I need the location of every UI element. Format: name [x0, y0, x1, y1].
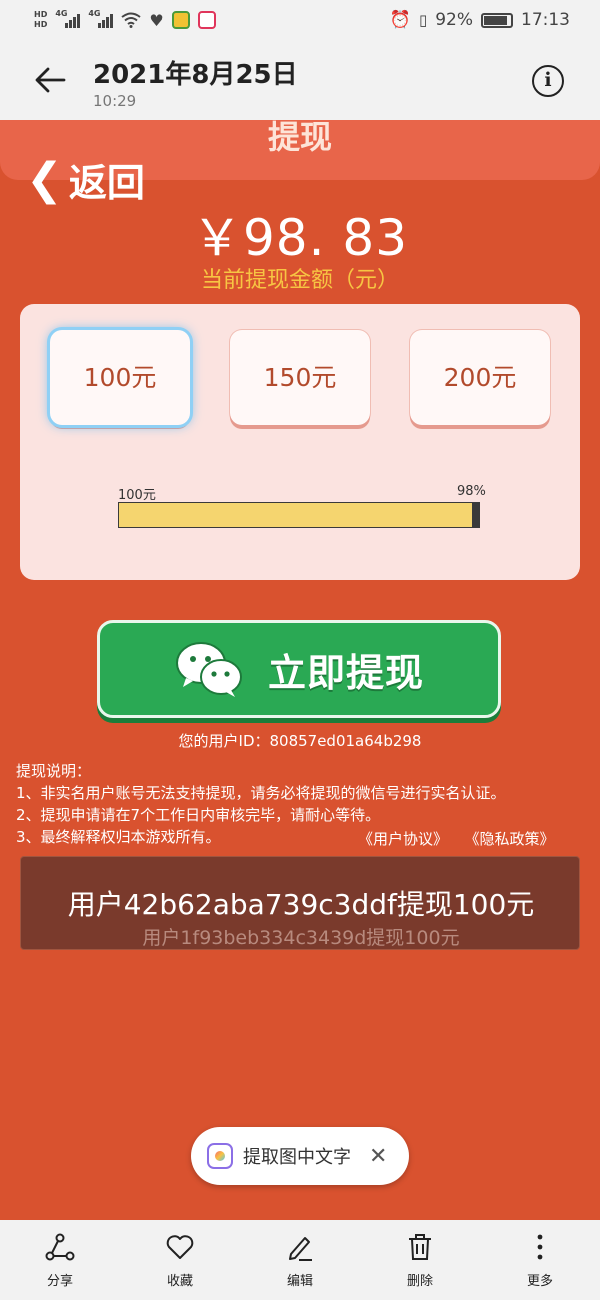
- battery-percent: 92%: [435, 10, 473, 30]
- option-150-button[interactable]: 150元: [230, 330, 370, 425]
- clock: 17:13: [521, 10, 570, 30]
- extract-text-label: 提取图中文字: [243, 1147, 351, 1168]
- withdraw-now-button[interactable]: 立即提现: [97, 620, 501, 718]
- ticker-line-2: 用户1f93beb334c3439d提现100元: [142, 927, 460, 949]
- photo-time: 10:29: [93, 92, 137, 110]
- share-icon: [45, 1233, 75, 1260]
- withdraw-ticker: 用户42b62aba739c3ddf提现100元 用户1f93beb334c34…: [20, 856, 580, 950]
- more-icon: [537, 1234, 543, 1259]
- edit-icon: [289, 1236, 312, 1261]
- amount-options-panel: 100元 150元 200元 100元 98%: [20, 304, 580, 580]
- share-button[interactable]: 分享: [15, 1232, 105, 1289]
- hd-label-2: HD: [34, 20, 48, 29]
- app-notification-icon-2: [197, 11, 216, 29]
- network-label-1: 4G: [55, 9, 68, 18]
- app-notification-icon: [171, 11, 190, 29]
- heart-icon: [166, 1234, 194, 1259]
- close-icon[interactable]: ✕: [369, 1144, 387, 1169]
- wifi-icon: [121, 12, 141, 28]
- progress-bar: [118, 502, 480, 528]
- status-left: HD HD 4G 4G ♥: [34, 9, 216, 30]
- ticker-line-1: 用户42b62aba739c3ddf提现100元: [67, 888, 535, 921]
- extract-text-pill[interactable]: 提取图中文字 ✕: [191, 1127, 409, 1185]
- status-bar: HD HD 4G 4G ♥ ⏰ ▯ 92% 17:13: [0, 0, 600, 40]
- progress-target-label: 100元: [118, 488, 156, 503]
- withdraw-amount: ￥98. 83: [191, 209, 409, 267]
- health-icon: ♥: [149, 10, 164, 30]
- hd-indicator: HD HD: [34, 10, 47, 30]
- favorite-label: 收藏: [166, 1273, 193, 1289]
- battery-icon: [481, 12, 513, 28]
- withdraw-amount-label: 当前提现金额（元）: [200, 268, 399, 293]
- alarm-icon: ⏰: [389, 10, 411, 30]
- info-icon[interactable]: i: [532, 65, 564, 97]
- text-recognition-icon: [207, 1143, 233, 1169]
- option-100-button[interactable]: 100元: [50, 330, 190, 425]
- viewer-header: 2021年8月25日 10:29 i: [0, 40, 600, 120]
- notes-links: 《用户协议》 《隐私政策》: [358, 828, 579, 849]
- edit-button[interactable]: 编辑: [255, 1232, 345, 1289]
- user-id: 您的用户ID：80857ed01a64b298: [178, 732, 422, 750]
- edit-label: 编辑: [286, 1273, 313, 1289]
- delete-button[interactable]: 删除: [375, 1232, 465, 1289]
- signal-icon-1: 4G: [55, 9, 81, 28]
- vibrate-icon: ▯: [418, 11, 428, 29]
- progress-percent-label: 98%: [457, 484, 486, 499]
- more-button[interactable]: 更多: [495, 1232, 585, 1289]
- progress-bar-fill: [119, 503, 472, 527]
- user-agreement-link[interactable]: 《用户协议》: [358, 830, 448, 848]
- photo-date: 2021年8月25日: [93, 60, 298, 90]
- notes-item-2: 2、提现申请请在7个工作日内审核完毕，请耐心等待。: [16, 806, 381, 824]
- network-label-2: 4G: [88, 9, 101, 18]
- trash-icon: [409, 1233, 431, 1260]
- favorite-button[interactable]: 收藏: [135, 1232, 225, 1289]
- option-200-button[interactable]: 200元: [410, 330, 550, 425]
- privacy-policy-link[interactable]: 《隐私政策》: [472, 830, 555, 848]
- notes-title: 提现说明：: [16, 762, 92, 780]
- back-arrow-icon[interactable]: [30, 62, 70, 98]
- more-label: 更多: [526, 1273, 553, 1289]
- delete-label: 删除: [406, 1273, 433, 1289]
- bottom-toolbar: 分享 收藏 编辑 删除 更多: [0, 1220, 600, 1300]
- notes-item-1: 1、非实名用户账号无法支持提现，请务必将提现的微信号进行实名认证。: [16, 784, 506, 802]
- signal-icon-2: 4G: [88, 9, 114, 28]
- withdraw-now-label: 立即提现: [267, 650, 424, 695]
- hd-label-1: HD: [34, 10, 48, 19]
- status-right: ⏰ ▯ 92% 17:13: [390, 10, 570, 30]
- share-label: 分享: [46, 1273, 73, 1289]
- wechat-icon: [175, 642, 242, 697]
